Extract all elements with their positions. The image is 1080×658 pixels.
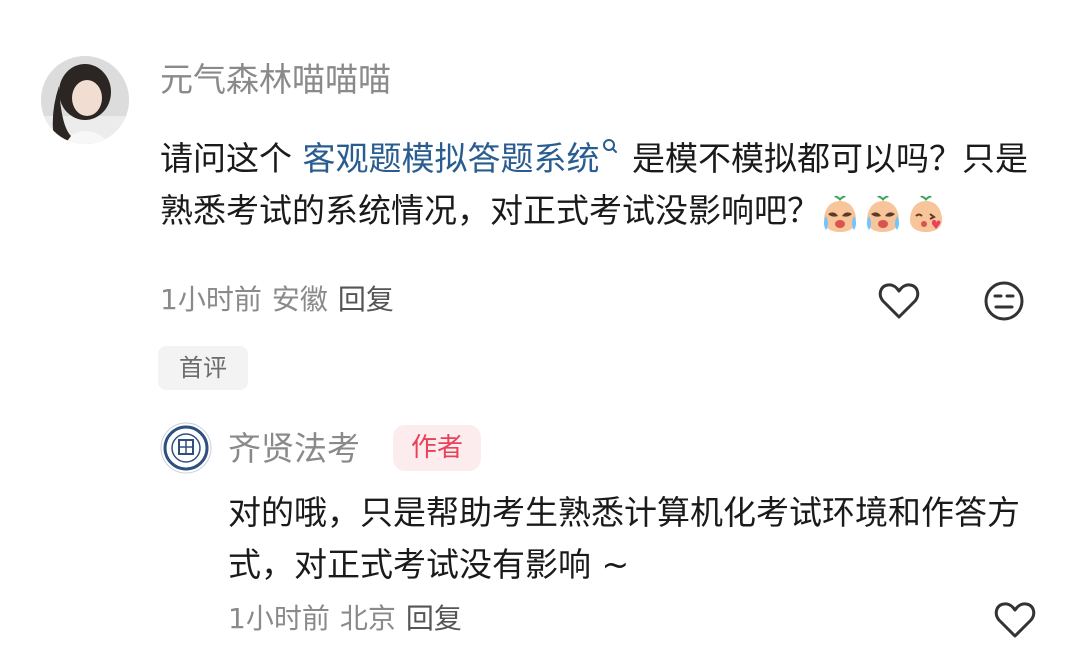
first-comment-tag: 首评 <box>158 346 248 390</box>
reply-username[interactable]: 齐贤法考 <box>228 429 360 469</box>
reply-meta: 1小时前 北京 回复 <box>228 602 472 636</box>
reply-reply-button[interactable]: 回复 <box>406 602 462 635</box>
reply-location: 北京 <box>339 602 396 635</box>
avatar[interactable] <box>160 422 212 474</box>
comment-meta: 1小时前 安徽 回复 <box>160 283 404 317</box>
search-icon[interactable] <box>602 121 618 173</box>
comment-time: 1小时前 <box>160 283 262 316</box>
heart-icon[interactable] <box>877 279 921 323</box>
keyword-link[interactable]: 客观题模拟答题系统 <box>303 139 600 178</box>
kissing-peach-emoji <box>906 194 946 234</box>
crying-peach-emoji <box>863 194 903 234</box>
comment-text-before: 请问这个 <box>160 139 303 178</box>
comment-location: 安徽 <box>271 283 328 316</box>
comment-thread: 元气森林喵喵喵 请问这个 客观题模拟答题系统 是模不模拟都可以吗？只是熟悉考试的… <box>0 0 1080 658</box>
comment-username[interactable]: 元气森林喵喵喵 <box>160 60 391 100</box>
comment-text: 请问这个 客观题模拟答题系统 是模不模拟都可以吗？只是熟悉考试的系统情况，对正式… <box>160 121 1040 239</box>
author-badge: 作者 <box>393 425 481 471</box>
reply-time: 1小时前 <box>228 602 330 635</box>
comment-reply-button[interactable]: 回复 <box>338 283 394 316</box>
crying-peach-emoji <box>820 194 860 234</box>
emoji-group <box>820 187 949 239</box>
reply-text: 对的哦，只是帮助考生熟悉计算机化考试环境和作答方式，对正式考试没有影响 ~ <box>228 493 1020 584</box>
neutral-face-icon[interactable] <box>982 279 1026 323</box>
avatar[interactable] <box>41 56 129 144</box>
heart-icon[interactable] <box>993 598 1037 642</box>
